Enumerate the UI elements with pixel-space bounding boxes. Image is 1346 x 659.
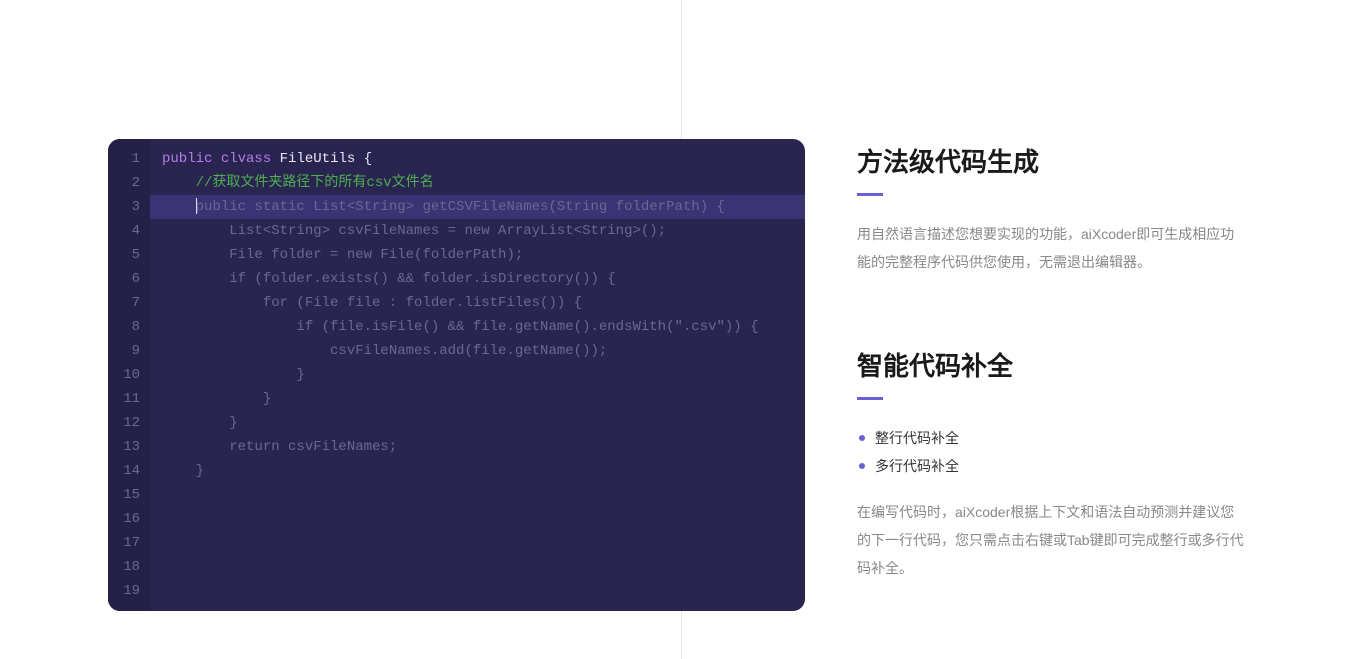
code-line[interactable]: for (File file : folder.listFiles()) { [150,291,805,315]
line-number: 4 [108,219,150,243]
code-line[interactable]: } [150,363,805,387]
code-line[interactable]: //获取文件夹路径下的所有csv文件名 [150,171,805,195]
line-number: 10 [108,363,150,387]
code-line[interactable]: } [150,411,805,435]
code-editor[interactable]: 12345678910111213141516171819 public clv… [108,139,805,611]
line-number: 18 [108,555,150,579]
section-description: 用自然语言描述您想要实现的功能，aiXcoder即可生成相应功能的完整程序代码供… [857,220,1247,276]
line-number: 17 [108,531,150,555]
line-number: 8 [108,315,150,339]
code-line[interactable] [150,555,805,579]
right-panel: 方法级代码生成 用自然语言描述您想要实现的功能，aiXcoder即可生成相应功能… [857,142,1247,652]
gutter: 12345678910111213141516171819 [108,139,150,611]
code-line[interactable] [150,483,805,507]
code-line[interactable] [150,507,805,531]
section-underline [857,193,883,196]
line-number: 13 [108,435,150,459]
feature-list: 整行代码补全 多行代码补全 [857,424,1247,480]
section-title: 智能代码补全 [857,346,1247,383]
line-number: 11 [108,387,150,411]
code-line[interactable]: } [150,387,805,411]
line-number: 16 [108,507,150,531]
section-title: 方法级代码生成 [857,142,1247,179]
line-number: 6 [108,267,150,291]
code-line[interactable] [150,531,805,555]
code-line[interactable]: public clvass FileUtils { [150,147,805,171]
code-line[interactable]: csvFileNames.add(file.getName()); [150,339,805,363]
code-line[interactable]: } [150,459,805,483]
code-line[interactable]: return csvFileNames; [150,435,805,459]
line-number: 14 [108,459,150,483]
line-number: 19 [108,579,150,603]
line-number: 9 [108,339,150,363]
code-line[interactable]: if (file.isFile() && file.getName().ends… [150,315,805,339]
line-number: 2 [108,171,150,195]
line-number: 12 [108,411,150,435]
code-line[interactable]: public static List<String> getCSVFileNam… [150,195,805,219]
line-number: 7 [108,291,150,315]
feature-item: 整行代码补全 [857,424,1247,452]
code-line[interactable]: if (folder.exists() && folder.isDirector… [150,267,805,291]
section-description: 在编写代码时，aiXcoder根据上下文和语法自动预测并建议您的下一行代码，您只… [857,498,1247,582]
code-line[interactable] [150,579,805,603]
code-line[interactable]: File folder = new File(folderPath); [150,243,805,267]
section-underline [857,397,883,400]
code-line[interactable]: List<String> csvFileNames = new ArrayLis… [150,219,805,243]
line-number: 3 [108,195,150,219]
line-number: 5 [108,243,150,267]
code-area[interactable]: public clvass FileUtils { //获取文件夹路径下的所有c… [150,147,805,603]
line-number: 15 [108,483,150,507]
feature-item: 多行代码补全 [857,452,1247,480]
section-code-completion: 智能代码补全 整行代码补全 多行代码补全 在编写代码时，aiXcoder根据上下… [857,346,1247,582]
line-number: 1 [108,147,150,171]
section-method-generation: 方法级代码生成 用自然语言描述您想要实现的功能，aiXcoder即可生成相应功能… [857,142,1247,276]
